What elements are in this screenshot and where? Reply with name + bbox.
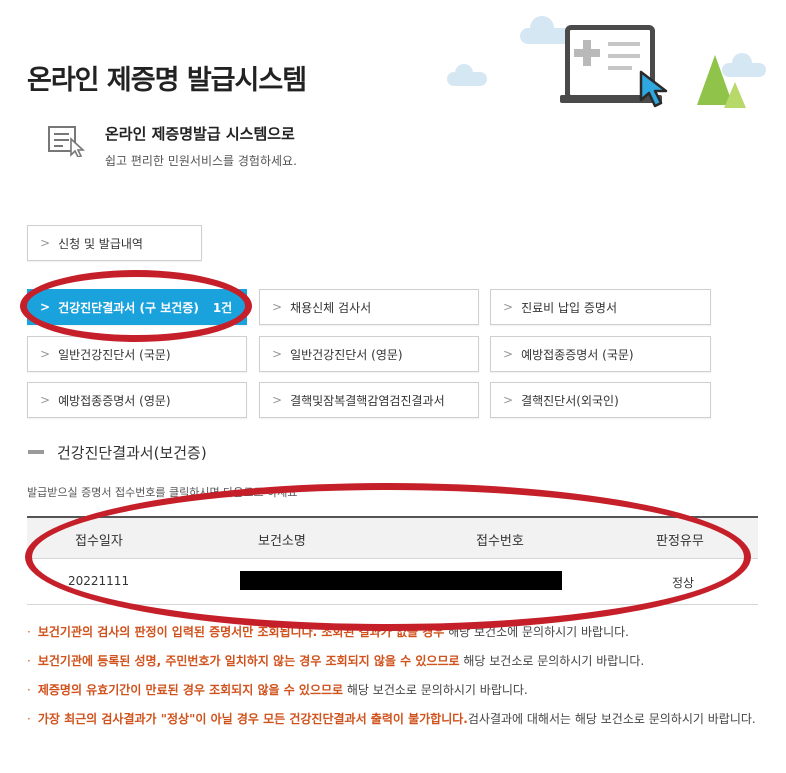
document-line [608,54,640,58]
cert-label: 예방접종증명서 (국문) [521,347,634,362]
notice-item: · 보건기관에 등록된 성명, 주민번호가 일치하지 않는 경우 조회되지 않을 … [27,654,645,668]
document-click-icon [48,126,86,157]
section-marker [28,450,44,454]
cert-general-health-en-button[interactable]: > 일반건강진단서 (영문) [259,336,479,372]
chevron-right-icon: > [272,347,283,361]
medical-cross-icon [574,49,600,57]
annotation-oval [20,270,252,342]
chevron-right-icon: > [40,347,51,361]
chevron-right-icon: > [272,393,283,407]
chevron-right-icon: > [503,300,514,314]
cert-vaccination-en-button[interactable]: > 예방접종증명서 (영문) [27,382,247,418]
chevron-right-icon: > [503,393,514,407]
annotation-oval [25,483,751,631]
document-line [608,66,632,70]
chevron-right-icon: > [40,236,51,250]
chevron-right-icon: > [40,393,51,407]
cert-label: 일반건강진단서 (국문) [58,347,171,362]
tree-decoration [724,82,746,108]
chevron-right-icon: > [272,300,283,314]
cert-tb-latent-button[interactable]: > 결핵및잠복결핵감염검진결과서 [259,382,479,418]
history-button[interactable]: > 신청 및 발급내역 [27,225,202,261]
cert-label: 일반건강진단서 (영문) [290,347,403,362]
intro-title: 온라인 제증명발급 시스템으로 [105,125,295,143]
cert-tb-foreigner-button[interactable]: > 결핵진단서(외국인) [490,382,711,418]
notice-item: · 제증명의 유효기간이 만료된 경우 조회되지 않을 수 있으므로 해당 보건소… [27,683,528,697]
cloud-decoration [447,64,487,86]
cert-label: 결핵진단서(외국인) [521,393,619,408]
cert-medical-payment-button[interactable]: > 진료비 납입 증명서 [490,289,711,325]
notice-item: · 가장 최근의 검사결과가 "정상"이 아닐 경우 모든 건강진단결과서 출력이… [27,712,756,726]
section-title: 건강진단결과서(보건증) [57,444,207,462]
cert-label: 진료비 납입 증명서 [521,300,618,315]
cert-label: 예방접종증명서 (영문) [58,393,171,408]
chevron-right-icon: > [503,347,514,361]
cert-label: 채용신체 검사서 [290,300,372,315]
cert-vaccination-kr-button[interactable]: > 예방접종증명서 (국문) [490,336,711,372]
intro-subtitle: 쉽고 편리한 민원서비스를 경험하세요. [105,154,297,168]
document-line [608,42,640,46]
history-button-label: 신청 및 발급내역 [58,236,143,251]
cert-employment-exam-button[interactable]: > 채용신체 검사서 [259,289,479,325]
page-title: 온라인 제증명 발급시스템 [27,65,307,96]
cert-label: 결핵및잠복결핵감염검진결과서 [290,393,445,408]
cursor-icon [639,70,668,108]
